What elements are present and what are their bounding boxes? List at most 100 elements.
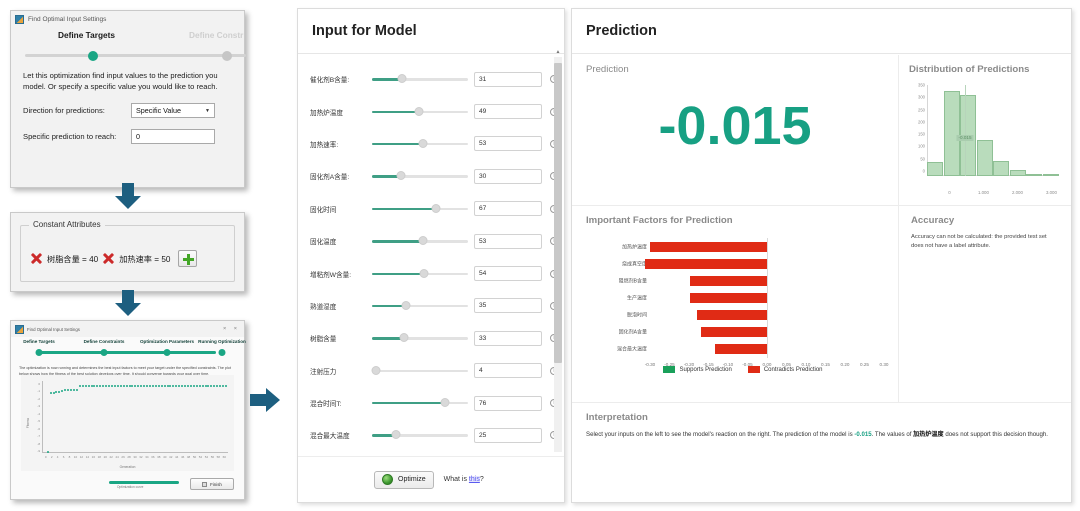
finish-button[interactable]: Finish <box>190 478 234 490</box>
specific-value-input[interactable]: 0 <box>131 129 215 144</box>
optimize-button[interactable]: Optimize <box>374 470 434 489</box>
hist-y-tick: 300 <box>918 94 925 100</box>
input-slider[interactable] <box>372 106 468 118</box>
window-controls[interactable]: × × <box>223 326 240 332</box>
slider-knob[interactable] <box>418 236 428 246</box>
scrollbar-thumb[interactable] <box>554 63 562 363</box>
slider-knob[interactable] <box>431 203 441 213</box>
scroll-up-icon[interactable]: ▲ <box>556 49 561 55</box>
add-constant-attribute-button[interactable] <box>178 250 198 267</box>
input-slider[interactable] <box>372 332 468 344</box>
hist-y-tick: 350 <box>918 82 925 88</box>
input-value-field[interactable]: 25 <box>474 427 542 443</box>
input-value-field[interactable]: 67 <box>474 201 542 217</box>
fitness-x-tick: 34 <box>145 455 149 459</box>
input-value-field[interactable]: 76 <box>474 395 542 411</box>
run-dot-2[interactable] <box>100 348 108 356</box>
factor-bar <box>690 293 767 303</box>
slider-knob[interactable] <box>391 430 401 440</box>
input-slider[interactable] <box>371 365 468 377</box>
slider-knob[interactable] <box>396 171 406 181</box>
run-step-2[interactable]: Define Constraints <box>84 339 125 344</box>
input-slider[interactable] <box>372 203 468 215</box>
help-link[interactable]: this <box>468 476 480 483</box>
input-value-field[interactable]: 54 <box>474 266 542 282</box>
slider-knob[interactable] <box>419 268 429 278</box>
input-value-field[interactable]: 31 <box>474 71 542 87</box>
constant-attributes-list: 树脂含量 = 40 加热速率 = 50 <box>31 250 198 267</box>
remove-icon[interactable] <box>103 253 114 264</box>
run-dot-3[interactable] <box>163 348 171 356</box>
hist-bar <box>993 160 1010 176</box>
run-dot-1[interactable] <box>35 348 43 356</box>
wizard-dot-1[interactable] <box>88 50 98 61</box>
input-slider[interactable] <box>372 300 468 312</box>
fitness-point <box>140 385 143 388</box>
fitness-y-tick: -9 <box>37 449 40 454</box>
factors-block: Important Factors for Prediction 加热炉温度 烧成… <box>572 206 898 402</box>
fitness-x-tick: 56 <box>210 455 215 459</box>
input-slider[interactable] <box>372 397 468 409</box>
running-wizard-steps: Define Targets Define Constraints Optimi… <box>17 339 246 363</box>
remove-icon[interactable] <box>31 253 42 264</box>
slider-knob[interactable] <box>371 365 381 375</box>
fitness-x-tick: 20 <box>103 455 107 459</box>
slider-knob[interactable] <box>401 300 411 310</box>
factor-bar <box>701 327 767 338</box>
direction-select[interactable]: Specific Value ▼ <box>131 103 215 118</box>
fitness-point <box>81 385 84 388</box>
input-value-field[interactable]: 49 <box>474 104 542 120</box>
fitness-y-tick: -5 <box>37 419 40 424</box>
wizard-step-define-constraints[interactable]: Define Constr <box>189 30 243 40</box>
run-step-3[interactable]: Optimization Parameters <box>140 339 194 344</box>
direction-label: Direction for predictions: <box>23 106 105 115</box>
input-slider[interactable] <box>372 268 468 280</box>
input-slider-row: 树脂含量33i <box>298 322 564 354</box>
input-slider-label: 增粘剂W含量: <box>310 271 352 279</box>
input-list-scrollbar[interactable]: ▲ <box>554 49 562 452</box>
factor-bar <box>645 258 767 269</box>
app-icon <box>15 324 24 334</box>
input-slider-label: 催化剂B含量: <box>310 77 350 85</box>
input-slider[interactable] <box>372 170 468 182</box>
fitness-x-tick: 8 <box>68 455 71 459</box>
factor-label: 加热炉温度 <box>621 244 647 251</box>
input-value-field[interactable]: 30 <box>474 168 542 184</box>
run-dot-4[interactable] <box>218 348 226 356</box>
fitness-y-tick: -3 <box>37 404 40 409</box>
fitness-point <box>58 390 61 393</box>
slider-fill <box>372 110 420 113</box>
fitness-point <box>207 385 210 388</box>
input-slider[interactable] <box>372 138 468 150</box>
input-slider[interactable] <box>372 429 468 441</box>
chevron-down-icon: ▼ <box>205 107 210 114</box>
input-sliders-list[interactable]: 催化剂B含量:31i加热炉温度49i加热速率:53i固化剂A含量:30i固化时间… <box>298 55 564 455</box>
run-step-4[interactable]: Running Optimization <box>198 339 246 344</box>
slider-knob[interactable] <box>418 138 428 148</box>
slider-knob[interactable] <box>399 333 409 343</box>
wizard-progress-track <box>25 54 246 57</box>
fitness-point <box>160 385 163 388</box>
fitness-x-tick: 18 <box>97 455 101 459</box>
fitness-x-tick: 44 <box>174 455 179 459</box>
wizard-step-define-targets[interactable]: Define Targets <box>58 30 115 40</box>
input-slider[interactable] <box>372 73 468 85</box>
input-value-field[interactable]: 4 <box>474 363 542 379</box>
input-slider-row: 固化时间67i <box>298 193 564 225</box>
input-slider[interactable] <box>372 235 468 247</box>
factor-bar <box>696 310 767 321</box>
prediction-value-block: Prediction -0.015 <box>572 55 898 205</box>
run-step-1[interactable]: Define Targets <box>23 339 55 344</box>
slider-knob[interactable] <box>440 398 450 408</box>
factors-zero-line <box>767 238 768 358</box>
legend-supports: Supports Prediction <box>663 366 732 373</box>
interpretation-block: Interpretation Select your inputs on the… <box>572 403 1071 502</box>
wizard-dot-2[interactable] <box>222 50 232 61</box>
input-value-field[interactable]: 35 <box>474 298 542 314</box>
slider-knob[interactable] <box>397 74 407 84</box>
input-value-field[interactable]: 33 <box>474 330 542 346</box>
hist-y-tick: 100 <box>918 143 925 149</box>
input-value-field[interactable]: 53 <box>474 136 542 152</box>
input-value-field[interactable]: 53 <box>474 233 542 249</box>
slider-knob[interactable] <box>414 106 424 116</box>
